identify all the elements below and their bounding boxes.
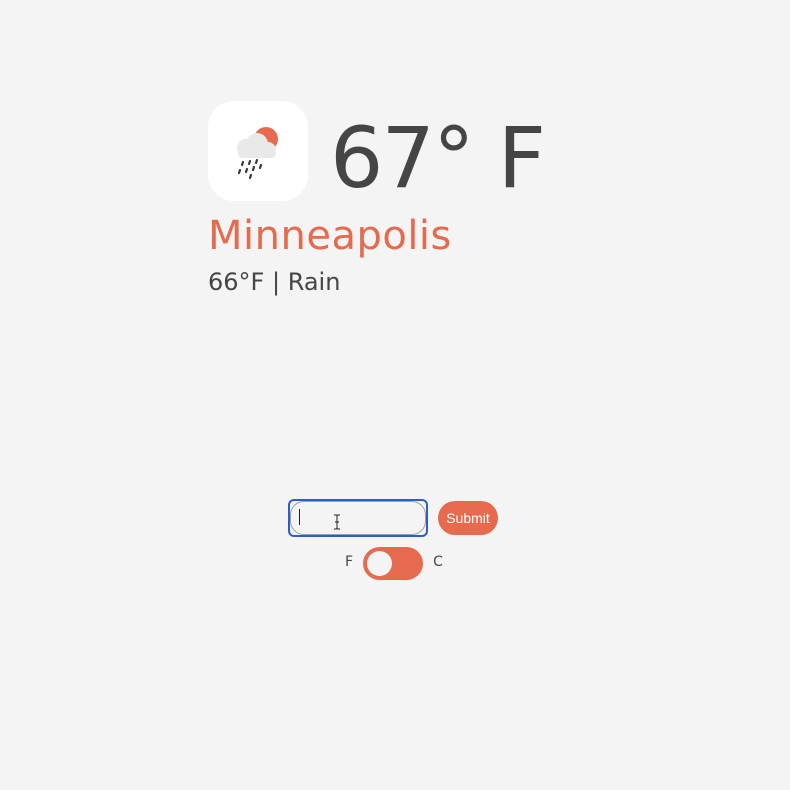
city-name: Minneapolis [208, 213, 452, 259]
toggle-knob[interactable] [367, 551, 393, 576]
weather-conditions: 66°F | Rain [208, 268, 341, 296]
current-temperature: 67° F [330, 109, 546, 207]
city-input-wrapper [288, 499, 428, 537]
unit-toggle-row: F C [345, 547, 443, 580]
fahrenheit-label: F [345, 553, 354, 570]
weather-icon-tile [208, 101, 308, 201]
unit-toggle[interactable] [363, 547, 424, 580]
city-input[interactable] [288, 499, 428, 537]
city-search-form: Submit [288, 499, 498, 537]
submit-button[interactable]: Submit [438, 501, 498, 535]
weather-summary: 67° F Minneapolis 66°F | Rain [208, 101, 628, 297]
weather-top-row: 67° F [208, 101, 628, 207]
rain-cloud-sun-icon [237, 127, 278, 180]
celsius-label: C [433, 553, 443, 570]
